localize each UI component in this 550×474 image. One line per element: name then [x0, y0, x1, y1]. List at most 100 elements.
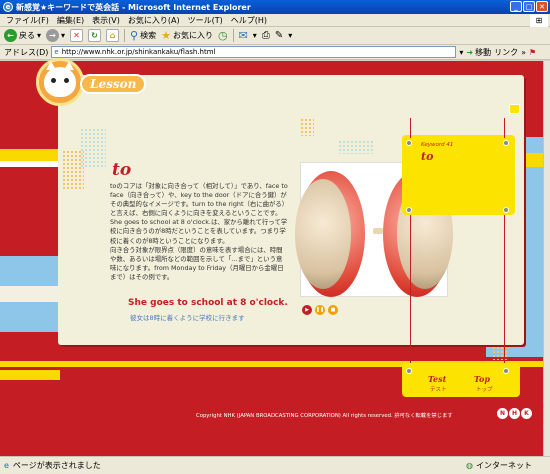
menu-tools[interactable]: ツール(T): [188, 15, 223, 26]
status-text: ページが表示されました: [12, 461, 101, 470]
nhk-logo-h-icon: H: [509, 408, 520, 419]
window-titlebar[interactable]: e 新感覚★キーワードで英会話 - Microsoft Internet Exp…: [0, 0, 550, 14]
keyword-card-word: to: [421, 150, 434, 163]
maximize-button[interactable]: □: [523, 1, 535, 12]
ie-icon: e: [3, 2, 13, 12]
hanging-line: [504, 118, 505, 138]
search-label: 検索: [140, 31, 157, 40]
menu-help[interactable]: ヘルプ(H): [231, 15, 267, 26]
page-icon: e: [54, 48, 59, 56]
search-icon: ⚲: [130, 29, 139, 42]
page-done-icon: e: [4, 461, 9, 470]
menu-favorites[interactable]: お気に入り(A): [128, 15, 180, 26]
pin-icon: [503, 368, 509, 374]
refresh-icon[interactable]: ↻: [88, 29, 102, 42]
play-icon[interactable]: ▶: [302, 305, 312, 315]
menu-bar: ファイル(F) 編集(E) 表示(V) お気に入り(A) ツール(T) ヘルプ(…: [0, 14, 550, 27]
animation-sphere-left: [295, 171, 365, 297]
explanation-paragraph: toのコアは「対象に向き合って（相対して）」であり、face to face（向…: [110, 182, 288, 245]
chevron-down-icon[interactable]: ▾: [459, 48, 463, 57]
example-sentence-ja: 彼女は8時に着くように学校に行きます: [130, 314, 245, 322]
chevron-down-icon[interactable]: ▾: [37, 31, 41, 40]
pin-icon: [503, 207, 509, 213]
pin-icon: [503, 140, 509, 146]
chevron-down-icon[interactable]: ▾: [253, 31, 257, 40]
forward-arrow-icon: →: [46, 29, 60, 42]
window-controls: _ □ ✕: [510, 1, 548, 12]
minimize-button[interactable]: _: [510, 1, 522, 12]
menu-file[interactable]: ファイル(F): [6, 15, 49, 26]
pin-icon: [406, 207, 412, 213]
star-icon: ★: [161, 29, 171, 42]
stop-icon[interactable]: ✕: [70, 29, 84, 42]
toolbar-separator: [124, 29, 126, 42]
nav-card: [402, 363, 520, 397]
favorites-label: お気に入り: [172, 31, 213, 40]
window-title: 新感覚★キーワードで英会話 - Microsoft Internet Explo…: [16, 2, 251, 12]
address-input[interactable]: e http://www.nhk.or.jp/shinkankaku/flash…: [51, 46, 457, 58]
back-button[interactable]: ← 戻る ▾: [4, 29, 41, 42]
close-button[interactable]: ✕: [536, 1, 548, 12]
zone-label: インターネット: [476, 461, 532, 470]
dot-pattern: [62, 150, 84, 190]
mail-icon[interactable]: ✉: [239, 29, 248, 42]
keyword-card: [402, 135, 515, 215]
nhk-logo[interactable]: N H K: [497, 408, 532, 419]
chevron-down-icon[interactable]: ▾: [61, 31, 65, 40]
stop-icon[interactable]: ■: [328, 305, 338, 315]
print-icon[interactable]: ⎙: [262, 30, 270, 41]
addon-icon[interactable]: ⚑: [529, 48, 536, 57]
address-url: http://www.nhk.or.jp/shinkankaku/flash.h…: [61, 48, 216, 56]
address-label: アドレス(D): [4, 47, 49, 57]
keyword-title: to: [112, 160, 132, 180]
explanation-paragraph: 向き合う対象が限界点（限度）の意味を表す場合には、時間や数、あるいは場所などの範…: [110, 245, 284, 281]
nhk-logo-k-icon: K: [521, 408, 532, 419]
edit-icon[interactable]: ✎: [275, 30, 283, 41]
dot-pattern: [492, 346, 508, 360]
cat-eye: [64, 78, 69, 83]
history-icon[interactable]: ◷: [218, 29, 228, 42]
robot-icon: [509, 104, 520, 114]
top-label-ja: トップ: [476, 387, 493, 393]
windows-logo-icon: ⊞: [530, 14, 548, 27]
hanging-line: [410, 215, 411, 365]
lesson-explanation: toのコアは「対象に向き合って（相対して）」であり、face to face（向…: [110, 182, 288, 282]
dot-pattern: [300, 118, 314, 136]
globe-icon: ◍: [466, 461, 473, 470]
go-label: 移動: [475, 47, 492, 57]
test-button[interactable]: Test: [428, 374, 446, 384]
back-arrow-icon: ←: [4, 29, 17, 42]
nhk-logo-n-icon: N: [497, 408, 508, 419]
blue-stripe: [0, 302, 60, 332]
search-button[interactable]: ⚲ 検索: [130, 29, 156, 42]
top-button[interactable]: Top: [474, 374, 490, 384]
menu-edit[interactable]: 編集(E): [57, 15, 84, 26]
test-label-ja: テスト: [430, 387, 447, 393]
favorites-button[interactable]: ★ お気に入り: [161, 29, 213, 42]
forward-button[interactable]: → ▾: [46, 29, 65, 42]
cat-eye: [51, 78, 56, 83]
hanging-line: [410, 118, 411, 138]
home-icon[interactable]: ⌂: [106, 29, 120, 42]
go-button[interactable]: ➜ 移動: [466, 47, 491, 58]
address-bar: アドレス(D) e http://www.nhk.or.jp/shinkanka…: [0, 45, 550, 60]
security-zone: ◍ インターネット: [466, 460, 532, 471]
dot-pattern: [338, 140, 374, 154]
chevron-down-icon[interactable]: ▾: [288, 31, 292, 40]
pin-icon: [406, 368, 412, 374]
chevron-right-icon[interactable]: »: [521, 48, 526, 57]
pin-icon: [406, 140, 412, 146]
keyword-number: Keyword 41: [421, 142, 454, 148]
menu-view[interactable]: 表示(V): [92, 15, 120, 26]
go-arrow-icon: ➜: [466, 47, 474, 57]
links-button[interactable]: リンク: [494, 47, 518, 58]
vertical-scrollbar[interactable]: [543, 61, 550, 456]
pause-icon[interactable]: ❚❚: [315, 305, 325, 315]
white-stripe: [0, 286, 60, 302]
toolbar-separator: [232, 29, 234, 42]
status-bar: e ページが表示されました ◍ インターネット: [0, 456, 550, 474]
animation-sphere-inner: [295, 179, 351, 289]
cat-mascot-icon: [36, 58, 84, 106]
yellow-stripe: [0, 370, 60, 380]
toolbar: ← 戻る ▾ → ▾ ✕ ↻ ⌂ ⚲ 検索 ★ お気に入り ◷ ✉ ▾ ⎙ ✎ …: [0, 27, 550, 45]
